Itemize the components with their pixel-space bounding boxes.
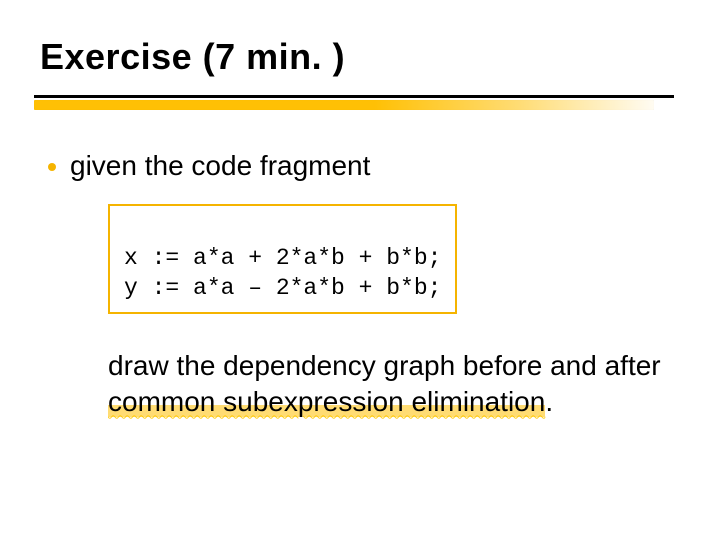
bullet-icon [48,163,56,171]
divider-black-line [34,95,674,98]
after-paragraph: draw the dependency graph before and aft… [108,348,678,420]
code-line-1: x := a*a + 2*a*b + b*b; [124,245,441,271]
after-prefix: draw the dependency graph before and aft… [108,350,661,381]
term-cse: common subexpression elimination [108,386,545,417]
divider-yellow-brush [34,100,654,110]
code-line-2: y := a*a – 2*a*b + b*b; [124,275,441,301]
after-suffix: . [545,386,553,417]
slide-title: Exercise (7 min. ) [40,36,680,78]
code-box: x := a*a + 2*a*b + b*b; y := a*a – 2*a*b… [108,204,457,314]
bullet-row: given the code fragment [48,150,680,182]
bullet-text: given the code fragment [70,150,370,182]
slide: Exercise (7 min. ) given the code fragme… [0,0,720,540]
title-divider [34,94,654,116]
